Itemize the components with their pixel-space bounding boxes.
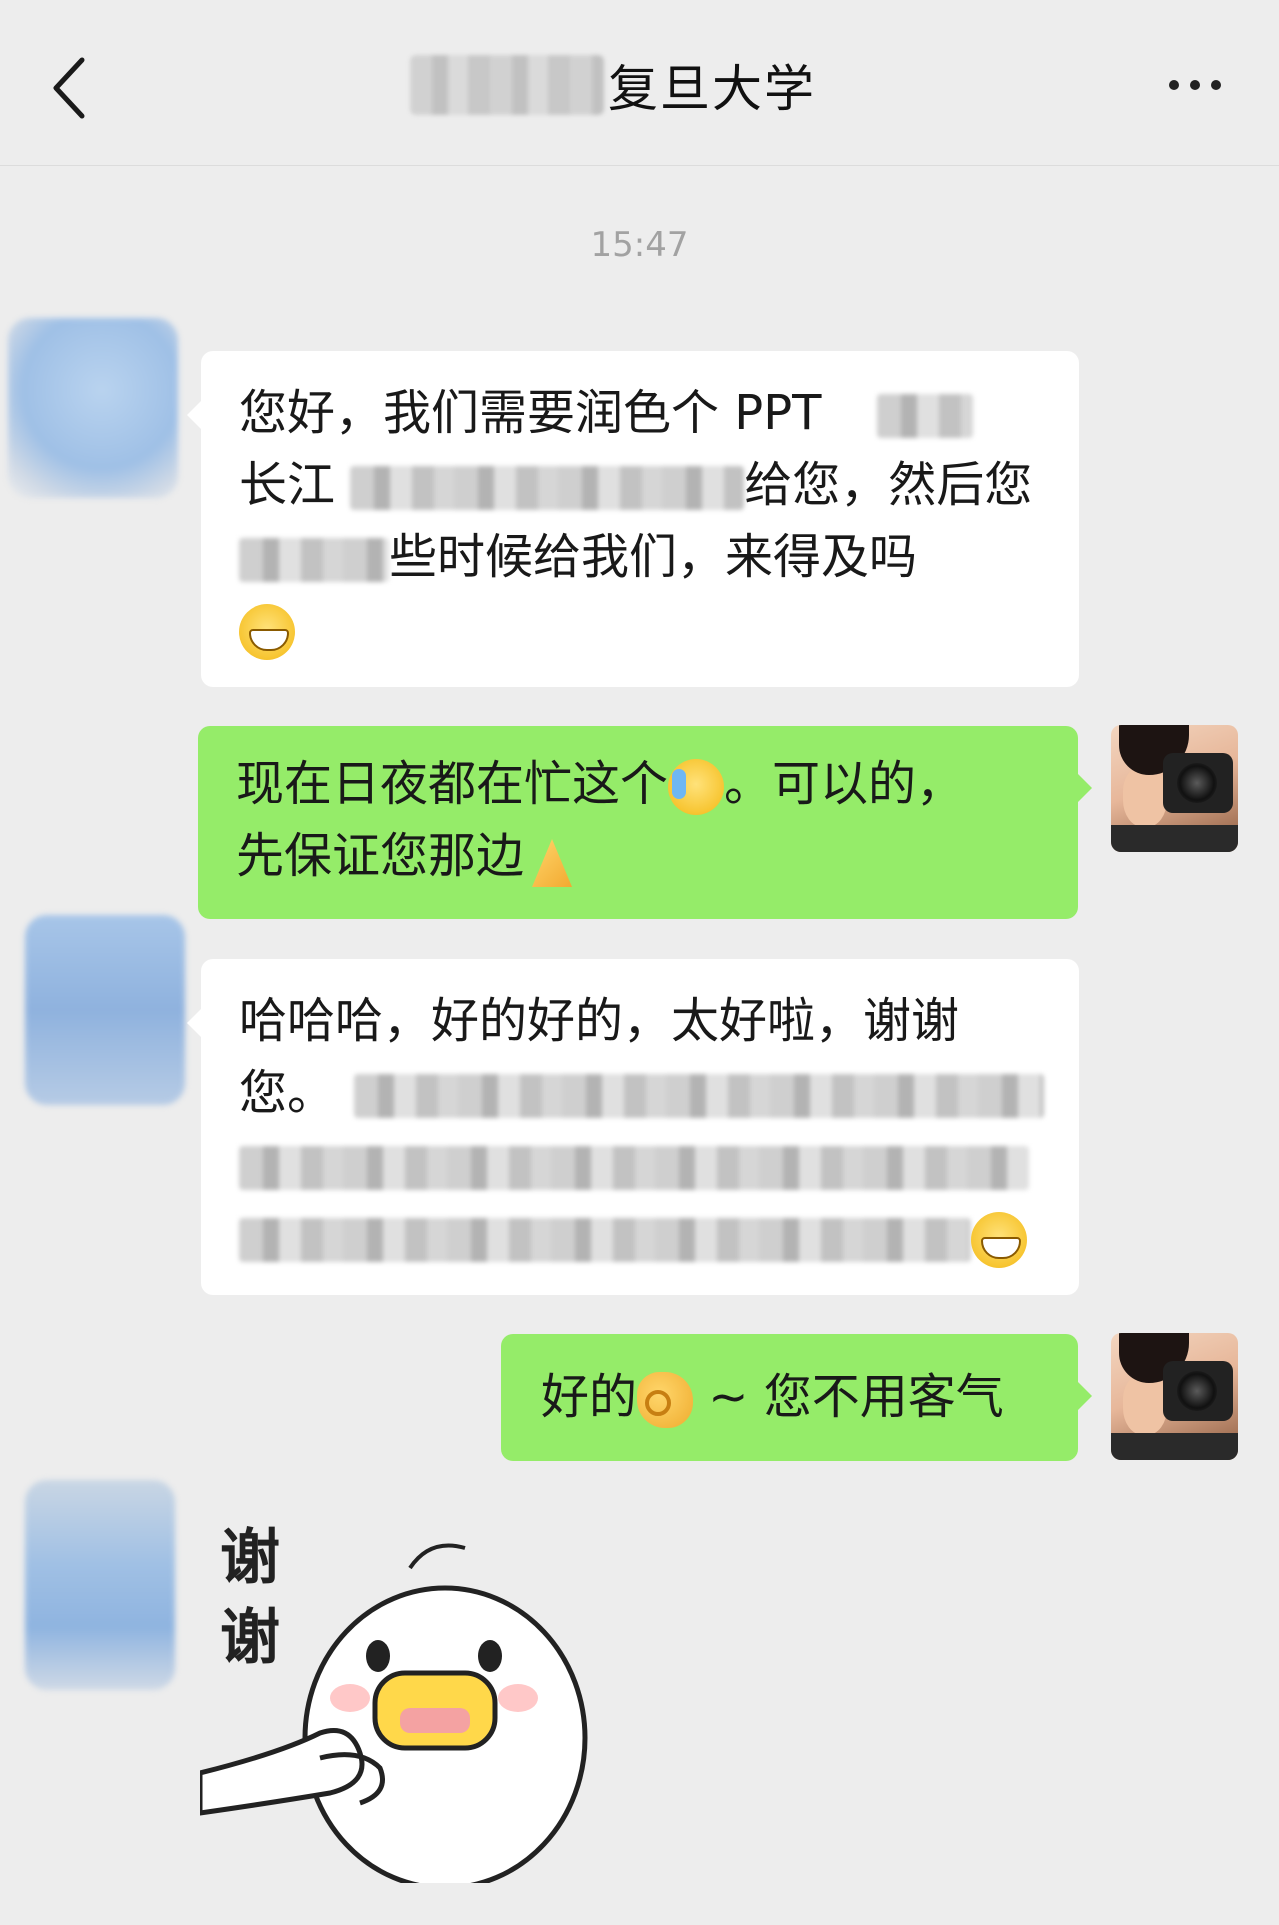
duck-eye xyxy=(366,1640,390,1672)
ok-hand-emoji xyxy=(637,1372,694,1428)
message-line: 先保证您那边 xyxy=(236,820,1048,892)
chat-title: 复旦大学 xyxy=(608,60,816,118)
redacted-text xyxy=(239,1218,971,1262)
duck-blush xyxy=(498,1684,538,1712)
more-dots-icon xyxy=(1169,80,1179,90)
message-line xyxy=(239,1129,1043,1201)
duck-sticker-image: 谢 谢 xyxy=(197,1523,588,1891)
message-line: 长江 给您，然后您 xyxy=(239,449,1043,521)
dot xyxy=(1190,80,1200,90)
message-text: 先保证您那边 xyxy=(236,828,525,884)
my-avatar[interactable] xyxy=(1111,1333,1238,1460)
message-text: 您好，我们需要润色个 PPT xyxy=(239,385,822,441)
message-line xyxy=(239,1201,1043,1273)
message-timestamp: 15:47 xyxy=(590,225,689,265)
grin-emoji xyxy=(971,1212,1027,1268)
sender-avatar[interactable] xyxy=(25,1480,175,1690)
tears-of-joy-emoji xyxy=(668,759,725,815)
chevron-left-icon xyxy=(53,57,85,119)
pray-hands-emoji xyxy=(524,831,580,887)
avatar-face xyxy=(1123,767,1167,827)
incoming-message[interactable]: 您好，我们需要润色个 PPT 长江 给您，然后您 些时候给我们，来得及吗 xyxy=(187,351,1079,687)
avatar-shirt xyxy=(1111,825,1238,852)
message-line: 现在日夜都在忙这个 。可以的， xyxy=(236,748,1048,820)
message-line: 哈哈哈，好的好的，太好啦，谢谢 xyxy=(239,985,1043,1057)
message-text: ~ 您不用客气 xyxy=(693,1369,1004,1425)
message-text: 好的 xyxy=(541,1369,638,1425)
redacted-text xyxy=(354,1074,1045,1118)
duck-blush xyxy=(330,1684,370,1712)
chat-title-area: 复旦大学 xyxy=(410,45,816,125)
avatar-shirt xyxy=(1111,1433,1238,1460)
message-text: 些时候给我们，来得及吗 xyxy=(389,529,918,585)
chat-header: 复旦大学 xyxy=(0,0,1279,166)
grin-emoji xyxy=(239,604,295,660)
redacted-text xyxy=(239,1146,1029,1190)
dot xyxy=(1211,80,1221,90)
duck-thanks-sticker[interactable]: 谢 谢 xyxy=(197,1508,630,1891)
avatar-face xyxy=(1123,1375,1167,1435)
incoming-message[interactable]: 哈哈哈，好的好的，太好啦，谢谢 您。 xyxy=(187,959,1079,1295)
redacted-text xyxy=(350,466,745,510)
camera-lens xyxy=(1177,1371,1217,1411)
message-text: 给您，然后您 xyxy=(744,457,1033,513)
message-line xyxy=(239,593,1043,665)
message-text: 现在日夜都在忙这个 xyxy=(236,756,669,812)
outgoing-message[interactable]: 现在日夜都在忙这个 。可以的， 先保证您那边 xyxy=(198,726,1092,919)
outgoing-message[interactable]: 好的 ~ 您不用客气 xyxy=(501,1334,1092,1461)
message-text: 哈哈哈，好的好的，太好啦，谢谢 xyxy=(239,993,960,1049)
duck-eye xyxy=(478,1640,502,1672)
message-text: 长江 xyxy=(239,457,336,513)
duck-tongue xyxy=(400,1708,470,1733)
message-line: 些时候给我们，来得及吗 xyxy=(239,521,1043,593)
redacted-text xyxy=(876,394,973,438)
message-text: 您。 xyxy=(239,1065,336,1121)
camera-lens xyxy=(1177,763,1217,803)
redacted-name xyxy=(410,55,604,115)
sticker-text-bottom: 谢 xyxy=(220,1603,280,1673)
redacted-text xyxy=(239,538,389,582)
duck-hair xyxy=(408,1543,466,1570)
message-line: 您好，我们需要润色个 PPT xyxy=(239,377,1043,449)
back-button[interactable] xyxy=(40,48,110,128)
sender-avatar[interactable] xyxy=(8,318,178,498)
message-line: 好的 ~ 您不用客气 xyxy=(541,1361,1048,1433)
sticker-text-top: 谢 xyxy=(220,1523,280,1593)
message-text: 。可以的， xyxy=(724,756,965,812)
message-line: 您。 xyxy=(239,1057,1045,1129)
sender-avatar[interactable] xyxy=(25,915,185,1105)
more-button[interactable] xyxy=(1155,60,1235,110)
my-avatar[interactable] xyxy=(1111,725,1238,852)
